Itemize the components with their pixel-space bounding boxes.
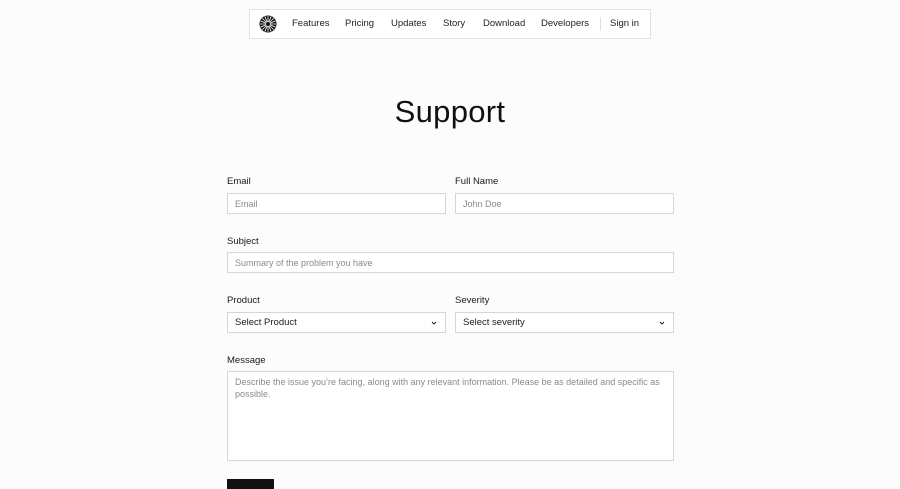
product-label: Product xyxy=(227,295,260,306)
nav-link-features[interactable]: Features xyxy=(292,10,330,38)
severity-select[interactable]: Select severity xyxy=(455,312,674,333)
nav-link-developers[interactable]: Developers xyxy=(541,10,589,38)
nav-link-pricing[interactable]: Pricing xyxy=(345,10,374,38)
chevron-down-icon xyxy=(659,321,665,325)
submit-button[interactable] xyxy=(227,479,274,489)
full-name-input[interactable] xyxy=(455,193,674,214)
full-name-label: Full Name xyxy=(455,176,499,187)
nav-link-updates[interactable]: Updates xyxy=(391,10,426,38)
sign-in-link[interactable]: Sign in xyxy=(610,10,639,38)
chevron-down-icon xyxy=(431,321,437,325)
nav-divider xyxy=(600,17,601,31)
top-navigation: Features Pricing Updates Story Download … xyxy=(249,9,651,39)
message-textarea[interactable] xyxy=(227,371,674,461)
email-label: Email xyxy=(227,176,251,187)
message-label: Message xyxy=(227,355,266,366)
subject-input[interactable] xyxy=(227,252,674,273)
subject-label: Subject xyxy=(227,236,259,247)
severity-label: Severity xyxy=(455,295,490,306)
product-select[interactable]: Select Product xyxy=(227,312,446,333)
page-title: Support xyxy=(394,94,506,129)
nav-link-story[interactable]: Story xyxy=(443,10,465,38)
nav-link-download[interactable]: Download xyxy=(483,10,525,38)
sunburst-logo-icon[interactable] xyxy=(259,15,277,33)
product-select-value: Select Product xyxy=(235,317,297,328)
email-input[interactable] xyxy=(227,193,446,214)
severity-select-value: Select severity xyxy=(463,317,525,328)
